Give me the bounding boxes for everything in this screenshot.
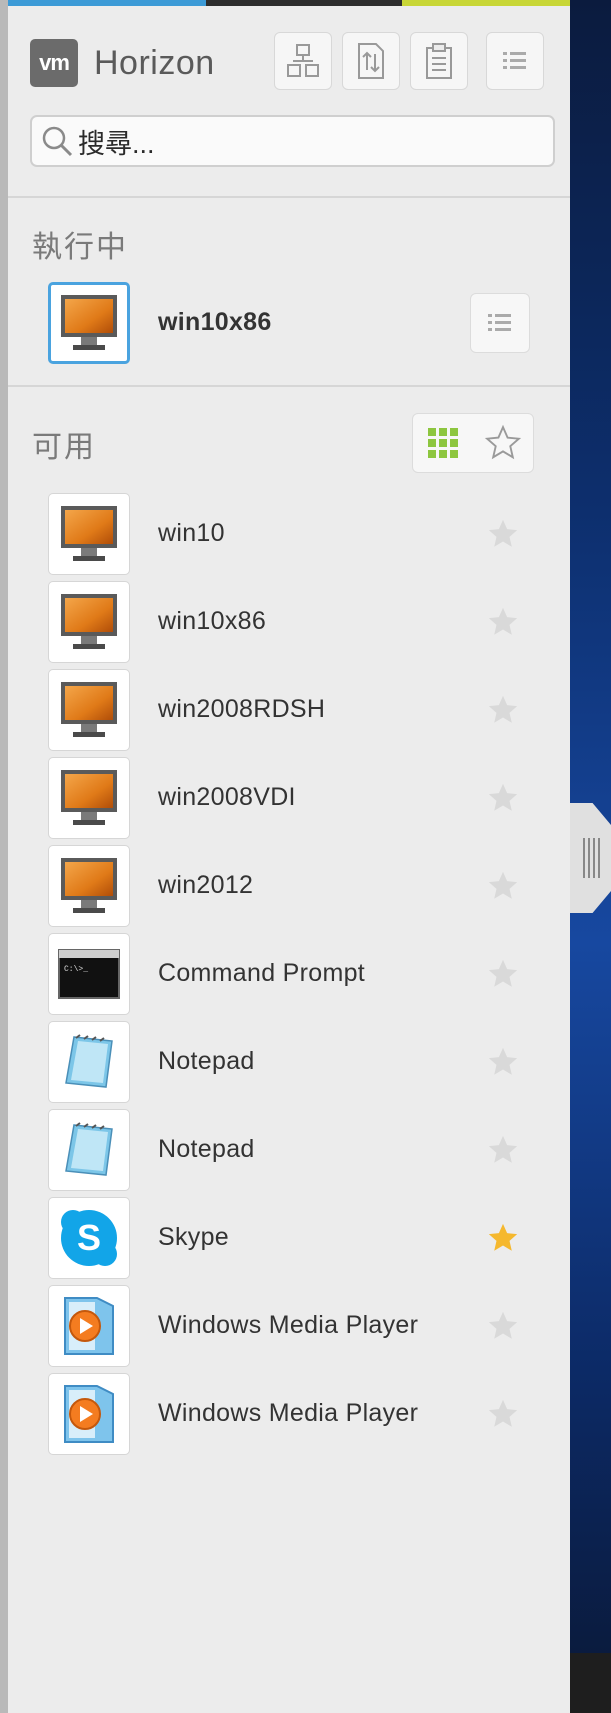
grid-view-button[interactable] <box>413 427 473 459</box>
app-icon-win2008rdsh[interactable] <box>48 669 130 751</box>
app-name[interactable]: win2008VDI <box>158 783 296 812</box>
transfer-button[interactable] <box>342 32 400 90</box>
desktop-icon <box>61 506 117 561</box>
app-name[interactable]: Command Prompt <box>158 959 365 988</box>
app-name[interactable]: win10 <box>158 519 225 548</box>
desktop-icon <box>61 858 117 913</box>
app-icon-command-prompt[interactable]: C:\>_ <box>48 933 130 1015</box>
app-icon-win2008vdi[interactable] <box>48 757 130 839</box>
logo: vm Horizon <box>30 39 215 87</box>
app-icon-win10[interactable] <box>48 493 130 575</box>
app-name[interactable]: win2012 <box>158 871 253 900</box>
favorite-star-icon[interactable] <box>486 869 520 903</box>
divider <box>8 196 570 198</box>
search-input[interactable]: 搜尋... <box>30 115 555 167</box>
running-app-icon[interactable] <box>48 282 130 364</box>
favorite-star-icon-active[interactable] <box>486 1221 520 1255</box>
header: vm Horizon 搜尋... <box>8 6 570 196</box>
vm-logo-icon: vm <box>30 39 78 87</box>
desktop-icon <box>61 594 117 649</box>
app-name[interactable]: Windows Media Player <box>158 1311 418 1340</box>
app-icon-notepad[interactable] <box>48 1021 130 1103</box>
search-placeholder: 搜尋... <box>78 128 155 159</box>
file-transfer-icon <box>358 43 384 79</box>
sidebar-drag-handle[interactable] <box>570 803 611 913</box>
notepad-icon <box>65 1034 113 1088</box>
media-player-icon <box>64 1297 114 1355</box>
app-name[interactable]: Windows Media Player <box>158 1399 418 1428</box>
favorite-star-icon[interactable] <box>486 1397 520 1431</box>
search-icon <box>42 126 73 157</box>
menu-button[interactable] <box>486 32 544 90</box>
network-icon <box>287 44 319 77</box>
app-icon-win2012[interactable] <box>48 845 130 927</box>
clipboard-icon <box>426 43 452 79</box>
app-icon-skype[interactable]: S <box>48 1197 130 1279</box>
svg-text:S: S <box>77 1217 101 1258</box>
favorite-star-icon[interactable] <box>486 1133 520 1167</box>
app-name[interactable]: Notepad <box>158 1047 255 1076</box>
favorite-star-icon[interactable] <box>486 517 520 551</box>
desktop-icon <box>61 682 117 737</box>
notepad-icon <box>65 1122 113 1176</box>
app-name[interactable]: win2008RDSH <box>158 695 325 724</box>
divider <box>8 385 570 387</box>
available-section-title: 可用 <box>32 431 96 464</box>
horizon-sidebar: vm Horizon 搜尋... 執行中 win10x86 可用 win10 w… <box>0 0 570 1713</box>
grip-icon <box>582 838 600 878</box>
media-player-icon <box>64 1385 114 1443</box>
app-title: Horizon <box>94 43 215 82</box>
favorite-star-icon[interactable] <box>486 781 520 815</box>
svg-text:C:\>_: C:\>_ <box>64 965 88 974</box>
favorite-star-icon[interactable] <box>486 693 520 727</box>
running-app-menu-button[interactable] <box>470 293 530 353</box>
grid-view-icon <box>428 428 458 458</box>
view-toggle <box>412 413 534 473</box>
star-outline-icon <box>484 424 522 460</box>
app-name[interactable]: Notepad <box>158 1135 255 1164</box>
running-section-title: 執行中 <box>32 231 128 264</box>
app-icon-windows-media-player[interactable] <box>48 1373 130 1455</box>
favorites-view-button[interactable] <box>473 424 533 462</box>
connection-server-button[interactable] <box>274 32 332 90</box>
running-app-name[interactable]: win10x86 <box>158 308 272 337</box>
list-icon <box>503 52 526 69</box>
taskbar <box>570 1653 611 1713</box>
favorite-star-icon[interactable] <box>486 957 520 991</box>
favorite-star-icon[interactable] <box>486 1309 520 1343</box>
app-icon-windows-media-player[interactable] <box>48 1285 130 1367</box>
desktop-icon <box>61 295 117 350</box>
favorite-star-icon[interactable] <box>486 605 520 639</box>
app-icon-notepad[interactable] <box>48 1109 130 1191</box>
app-name[interactable]: Skype <box>158 1223 229 1252</box>
skype-icon: S <box>61 1210 117 1266</box>
app-name[interactable]: win10x86 <box>158 607 266 636</box>
favorite-star-icon[interactable] <box>486 1045 520 1079</box>
app-icon-win10x86[interactable] <box>48 581 130 663</box>
clipboard-button[interactable] <box>410 32 468 90</box>
list-icon <box>488 314 511 331</box>
cmd-icon: C:\>_ <box>58 949 120 999</box>
desktop-icon <box>61 770 117 825</box>
